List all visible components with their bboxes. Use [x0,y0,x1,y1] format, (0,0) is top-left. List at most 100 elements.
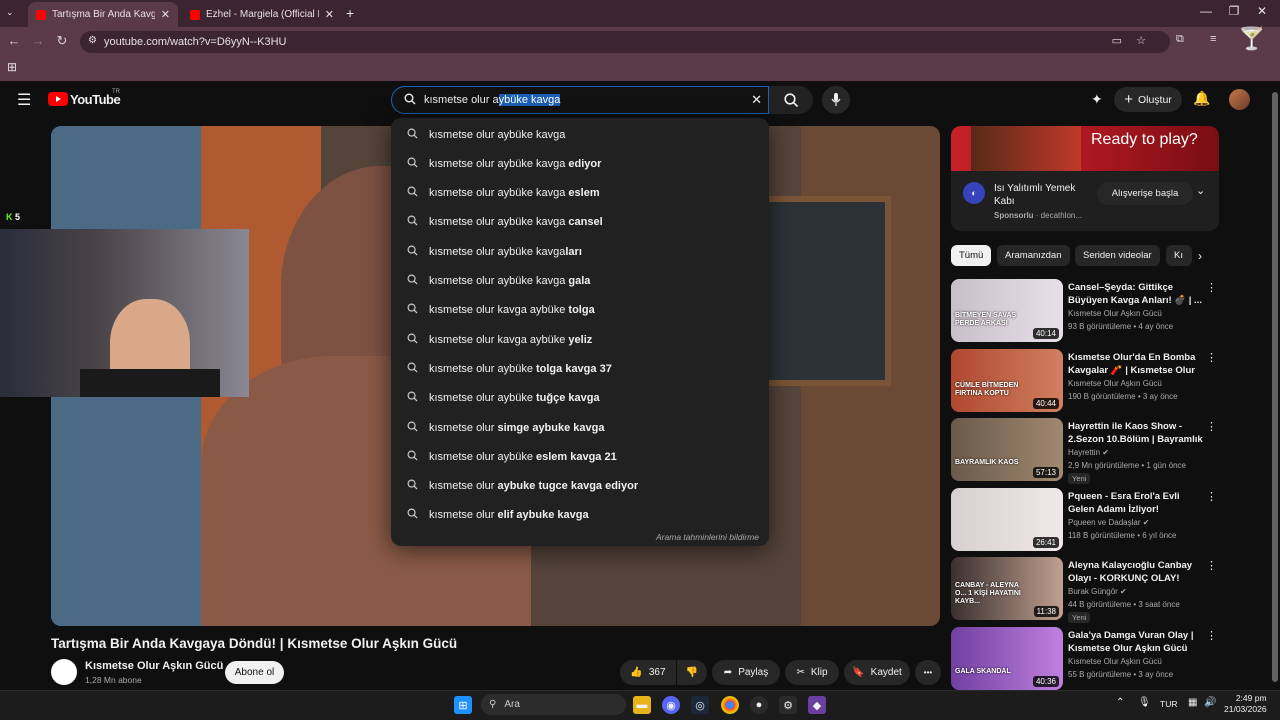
channel-name[interactable]: Kısmetse Olur Aşkın Gücü [1068,379,1162,388]
recommended-video[interactable]: GALA SKANDAL 40:36 Gala'ya Damga Vuran Ola… [951,626,1219,691]
obs-icon[interactable]: ● [750,696,768,714]
chevron-down-icon[interactable]: ⌄ [1196,184,1205,197]
video-title[interactable]: Aleyna Kalaycıoğlu Canbay Olayı - KORKUN… [1068,559,1204,585]
clip-button[interactable]: ✂ Klip [785,660,839,685]
keyboard-language[interactable]: TUR [1160,699,1177,709]
report-predictions-link[interactable]: Arama tahminlerini bildirme [656,532,759,542]
create-button[interactable]: + Oluştur [1114,87,1182,112]
channel-name[interactable]: Pqueen ve Dadaşlar ✔ [1068,518,1149,527]
file-explorer-icon[interactable]: ▬ [633,696,651,714]
video-thumbnail[interactable]: BİTMEYEN SAVAŞ PERDE ARKASI 40:14 [951,279,1063,342]
bookmark-star-icon[interactable]: ☆ [1136,34,1146,47]
recommended-video[interactable]: BAYRAMLIK KAOS 57:13 Hayrettin ile Kaos Sh… [951,418,1219,484]
channel-name[interactable]: Kısmetse Olur Aşkın Gücü [85,660,223,672]
subscribe-button[interactable]: Abone ol [225,661,284,684]
tab-inactive[interactable]: Ezhel - Margiela (Official Music ✕ [182,2,342,27]
sponsored-ad-card[interactable]: Ready to play? ◐ Isı Yalıtımlı Yemek Kab… [951,126,1219,231]
sparkle-icon[interactable]: ✦ [1091,91,1103,108]
search-suggestion[interactable]: kısmetse olur aybüke kavga gala [391,267,769,296]
tray-chevron-icon[interactable]: ⌃ [1116,697,1124,708]
recommended-video[interactable]: BİTMEYEN SAVAŞ PERDE ARKASI 40:14 Cansel–Ş… [951,279,1219,343]
ad-banner-image[interactable]: Ready to play? [951,126,1219,171]
chip-series[interactable]: Seriden videolar [1075,245,1160,266]
taskbar-search[interactable]: ⚲ Ara [481,694,626,715]
discord-icon[interactable]: ◉ [662,696,680,714]
more-vert-icon[interactable]: ⋮ [1206,490,1217,503]
cast-icon[interactable]: ▭ [1112,34,1122,47]
video-title[interactable]: Kısmetse Olur'da En Bomba Kavgalar 🧨 | K… [1068,351,1204,377]
search-suggestion[interactable]: kısmetse olur kavga aybüke tolga [391,296,769,325]
reload-icon[interactable]: ↻ [53,33,71,49]
video-title[interactable]: Hayrettin ile Kaos Show - 2.Sezon 10.Böl… [1068,420,1204,446]
taskbar-clock[interactable]: 2:49 pm 21/03/2026 [1224,693,1267,715]
recommended-video[interactable]: CANBAY - ALEYNA O... 1 KİŞİ HAYATINI KAY… [951,557,1219,623]
minimize-button[interactable]: — [1196,4,1216,18]
search-suggestion[interactable]: kısmetse olur kavga aybüke yeliz [391,325,769,354]
video-thumbnail[interactable]: 26:41 [951,487,1063,551]
video-title[interactable]: Gala'ya Damga Vuran Olay | Kısmetse Olur… [1068,629,1204,655]
channel-avatar[interactable] [51,659,77,685]
back-icon[interactable]: ← [5,33,23,48]
tab-active[interactable]: Tartışma Bir Anda Kavgaya Döndü! ✕ [28,2,178,27]
recommended-video[interactable]: 26:41 Pqueen - Esra Erol'a Evli Gelen Ada… [951,487,1219,552]
voice-search-button[interactable] [822,86,850,114]
chip-all[interactable]: Tümü [951,245,992,266]
chip-from-search[interactable]: Aramanızdan [997,245,1070,266]
video-thumbnail[interactable]: GALA SKANDAL 40:36 [951,626,1063,690]
restore-button[interactable]: ❐ [1224,4,1244,18]
dislike-button[interactable]: 👎 [677,660,707,685]
search-input[interactable]: kısmetse olur a ybüke kavga ✕ [391,86,769,114]
volume-icon[interactable]: 🔊 [1204,697,1216,708]
close-tab-icon[interactable]: ✕ [325,8,334,21]
video-title[interactable]: Cansel–Şeyda: Gittikçe Büyüyen Kavga Anl… [1068,281,1204,307]
media-control-icon[interactable]: ≡ [1210,33,1216,45]
more-vert-icon[interactable]: ⋮ [1206,351,1217,364]
chrome-icon[interactable] [721,696,739,714]
save-button[interactable]: 🔖 Kaydet [844,660,910,685]
search-suggestion[interactable]: kısmetse olur aybüke tuğçe kavga [391,384,769,413]
search-suggestion[interactable]: kısmetse olur aybüke tolga kavga 37 [391,354,769,383]
more-vert-icon[interactable]: ⋮ [1206,281,1217,294]
video-thumbnail[interactable]: BAYRAMLIK KAOS 57:13 [951,418,1063,481]
youtube-logo-icon[interactable] [48,92,68,106]
menu-icon[interactable]: ☰ [17,90,31,110]
video-thumbnail[interactable]: CÜMLE BİTMEDEN FIRTINA KOPTU 40:44 [951,348,1063,412]
extensions-icon[interactable]: ⧉ [1176,33,1184,46]
more-vert-icon[interactable]: ⋮ [1206,559,1217,572]
recommended-video[interactable]: CÜMLE BİTMEDEN FIRTINA KOPTU 40:44 Kısmets… [951,348,1219,413]
window-close-button[interactable]: ✕ [1252,4,1272,18]
search-suggestion[interactable]: kısmetse olur aybüke kavga eslem [391,179,769,208]
forward-icon[interactable]: → [29,33,47,48]
search-suggestion[interactable]: kısmetse olur aybüke kavgaları [391,237,769,266]
video-thumbnail[interactable]: CANBAY - ALEYNA O... 1 KİŞİ HAYATINI KAY… [951,557,1063,620]
network-icon[interactable]: ▦ [1188,697,1197,708]
notifications-bell-icon[interactable]: 🔔 [1193,90,1210,107]
share-button[interactable]: ➦ Paylaş [712,660,780,685]
search-button[interactable] [769,86,813,114]
ad-shop-button[interactable]: Alışverişe başla [1097,182,1193,205]
chevron-right-icon[interactable]: › [1198,249,1202,263]
search-suggestion[interactable]: kısmetse olur aybuke tugce kavga ediyor [391,472,769,501]
channel-name[interactable]: Kısmetse Olur Aşkın Gücü [1068,309,1162,318]
app-icon[interactable]: ◆ [808,696,826,714]
search-suggestion[interactable]: kısmetse olur aybüke eslem kavga 21 [391,442,769,471]
search-suggestion[interactable]: kısmetse olur simge aybuke kavga [391,413,769,442]
site-info-icon[interactable]: ⚙ [88,35,97,46]
close-tab-icon[interactable]: ✕ [161,8,170,21]
microphone-icon[interactable]: 🎙 [1138,697,1151,708]
avatar[interactable] [1229,89,1250,110]
scrollbar-thumb[interactable] [1272,92,1278,682]
channel-name[interactable]: Hayrettin ✔ [1068,448,1109,457]
channel-name[interactable]: Kısmetse Olur Aşkın Gücü [1068,657,1162,666]
search-suggestion[interactable]: kısmetse olur aybüke kavga ediyor [391,149,769,178]
more-actions-button[interactable]: ••• [915,660,941,685]
steam-icon[interactable]: ◎ [691,696,709,714]
search-suggestion[interactable]: kısmetse olur aybüke kavga cansel [391,208,769,237]
search-suggestion[interactable]: kısmetse olur aybüke kavga [391,120,769,149]
tab-search-icon[interactable]: ⌄ [6,7,14,18]
url-field[interactable]: ⚙ youtube.com/watch?v=D6yyN--K3HU ▭ ☆ [80,31,1170,53]
channel-name[interactable]: Burak Güngör ✔ [1068,587,1127,596]
apps-grid-icon[interactable]: ⊞ [7,60,17,74]
like-button[interactable]: 👍 367 [620,660,676,685]
new-tab-button[interactable]: + [346,5,354,21]
